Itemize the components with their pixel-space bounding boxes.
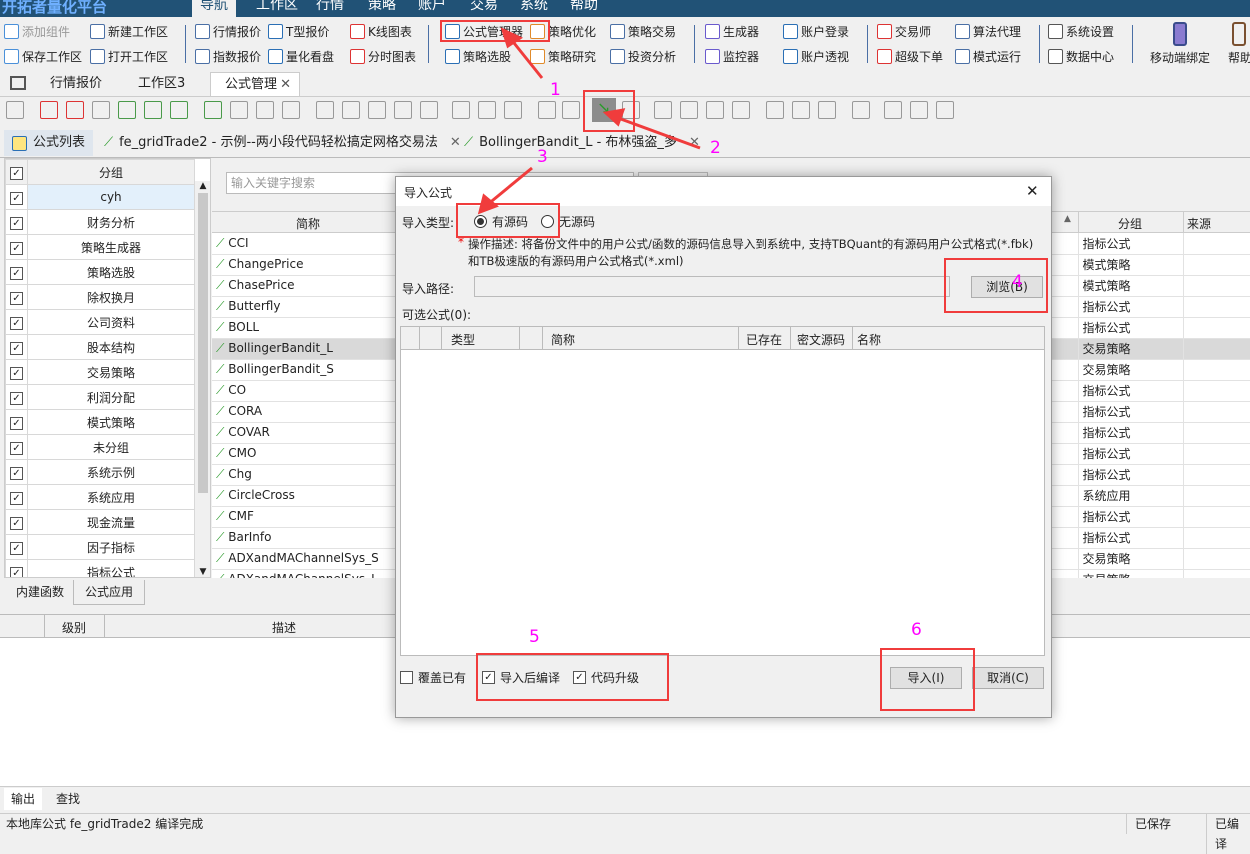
- arrowhead-1: [500, 27, 524, 49]
- annotation-number-6: 6: [911, 620, 922, 640]
- annotation-number-5: 5: [529, 627, 540, 647]
- arrow-2: [617, 116, 701, 150]
- annotation-number-4: 4: [1012, 272, 1023, 292]
- arrow-3: [486, 166, 533, 207]
- annotation-number-1: 1: [550, 80, 561, 100]
- annotation-number-3: 3: [537, 147, 548, 167]
- arrow-1: [508, 37, 544, 79]
- annotation-number-2: 2: [710, 138, 721, 158]
- arrowhead-2: [602, 108, 626, 127]
- annotation-arrows: [477, 27, 701, 215]
